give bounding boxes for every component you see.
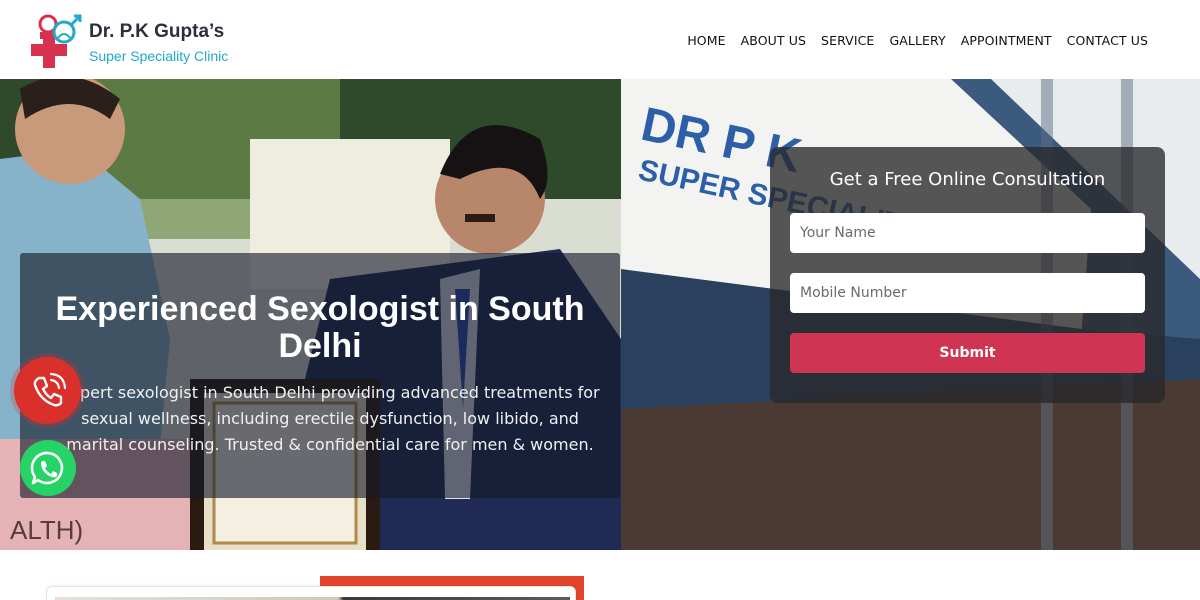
clinic-tagline: Super Speciality Clinic — [89, 48, 229, 64]
medical-cross-logo-icon — [31, 14, 82, 68]
nav-home[interactable]: HOME — [687, 33, 725, 48]
name-input[interactable] — [790, 213, 1145, 253]
site-header: Dr. P.K Gupta’s Super Speciality Clinic … — [0, 0, 1200, 79]
hero-description: Expert sexologist in South Delhi providi… — [60, 383, 600, 454]
hero-text-panel: Experienced Sexologist in South Delhi Ex… — [20, 253, 620, 498]
phone-icon — [33, 372, 66, 406]
nav-about-us[interactable]: ABOUT US — [741, 33, 806, 48]
submit-button[interactable]: Submit — [790, 333, 1145, 373]
nav-appointment[interactable]: APPOINTMENT — [961, 33, 1052, 48]
form-title: Get a Free Online Consultation — [829, 169, 1106, 190]
consultation-form: Get a Free Online Consultation Submit — [770, 147, 1165, 403]
hero-title: Experienced Sexologist in South Delhi — [55, 290, 585, 365]
clinic-logo[interactable]: Dr. P.K Gupta’s Super Speciality Clinic — [30, 12, 240, 70]
nav-gallery[interactable]: GALLERY — [889, 33, 945, 48]
nav-contact-us[interactable]: CONTACT US — [1067, 33, 1148, 48]
call-button[interactable] — [14, 357, 81, 424]
hero-section: ALTH) DR P K SUPER SPECIALITY Experience… — [0, 79, 1200, 550]
whatsapp-button[interactable] — [20, 440, 76, 496]
main-nav: HOME ABOUT US SERVICE GALLERY APPOINTMEN… — [687, 33, 1148, 48]
about-image-card — [46, 586, 576, 600]
svg-text:ALTH): ALTH) — [10, 515, 83, 545]
whatsapp-icon — [30, 451, 64, 485]
next-section — [0, 550, 1200, 600]
clinic-name: Dr. P.K Gupta’s — [89, 21, 225, 42]
mobile-number-input[interactable] — [790, 273, 1145, 313]
nav-service[interactable]: SERVICE — [821, 33, 874, 48]
